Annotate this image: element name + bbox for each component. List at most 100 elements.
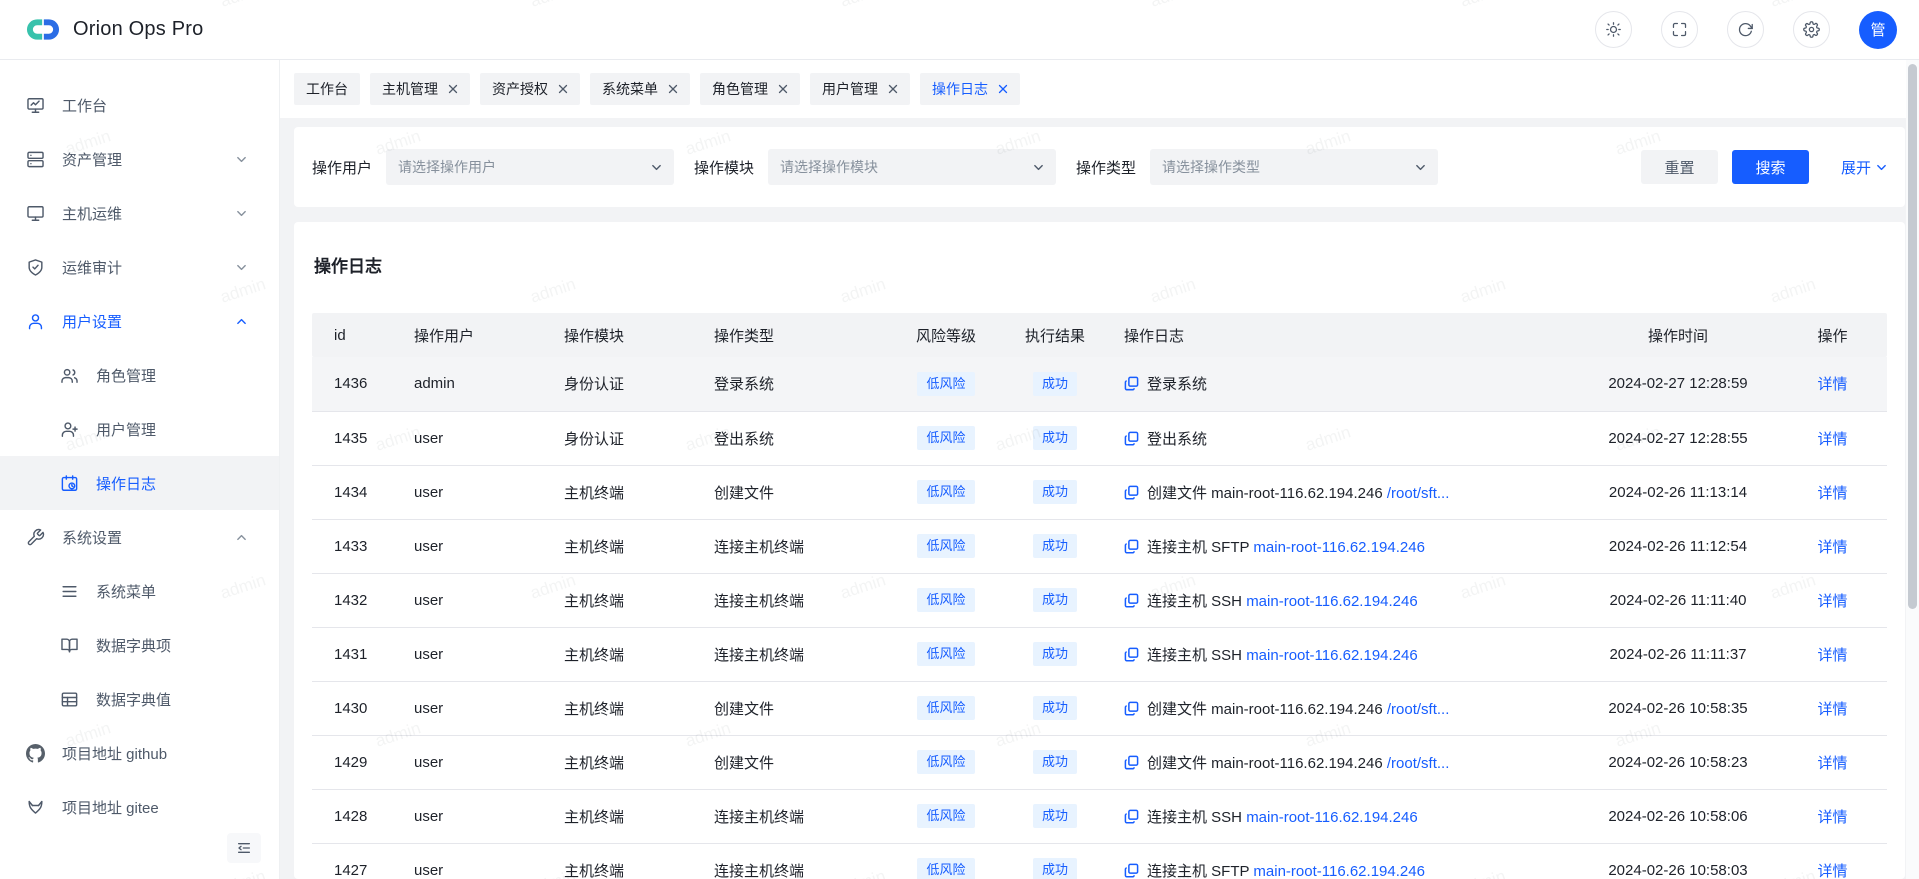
column-header: 操作	[1778, 313, 1887, 357]
log-link[interactable]: main-root-116.62.194.246	[1246, 647, 1418, 664]
sidebar-item[interactable]: 数据字典项	[0, 618, 279, 672]
tab[interactable]: 工作台	[294, 73, 360, 105]
sidebar-item[interactable]: 用户管理	[0, 402, 279, 456]
detail-link[interactable]: 详情	[1817, 755, 1847, 772]
tab[interactable]: 系统菜单	[590, 73, 690, 105]
filter-select[interactable]: 请选择操作用户	[386, 149, 674, 185]
cell-log: 连接主机 SSH main-root-116.62.194.246	[1108, 627, 1578, 681]
detail-link[interactable]: 详情	[1817, 863, 1847, 879]
scrollbar-thumb[interactable]	[1908, 64, 1917, 609]
close-icon[interactable]	[888, 84, 898, 94]
sidebar-item[interactable]: 工作台	[0, 78, 279, 132]
tab[interactable]: 主机管理	[370, 73, 470, 105]
sidebar-item[interactable]: 项目地址 gitee	[0, 780, 279, 834]
filter-field: 操作类型请选择操作类型	[1076, 149, 1438, 185]
cell-type: 登出系统	[698, 411, 890, 465]
copy-icon[interactable]	[1124, 431, 1139, 446]
sidebar-item[interactable]: 用户设置	[0, 294, 279, 348]
detail-link[interactable]: 详情	[1817, 701, 1847, 718]
risk-badge: 低风险	[917, 642, 974, 666]
search-button[interactable]: 搜索	[1732, 150, 1809, 184]
tab[interactable]: 资产授权	[480, 73, 580, 105]
detail-link[interactable]: 详情	[1817, 431, 1847, 448]
sidebar-item[interactable]: 主机运维	[0, 186, 279, 240]
sidebar-item[interactable]: 资产管理	[0, 132, 279, 186]
sidebar-item[interactable]: 项目地址 github	[0, 726, 279, 780]
copy-icon[interactable]	[1124, 755, 1139, 770]
detail-link[interactable]: 详情	[1817, 485, 1847, 502]
cell-module: 主机终端	[548, 681, 698, 735]
copy-icon[interactable]	[1124, 809, 1139, 824]
settings-button[interactable]	[1793, 11, 1830, 48]
close-icon[interactable]	[778, 84, 788, 94]
header-actions: 管	[1595, 11, 1897, 49]
cell-result: 成功	[1002, 681, 1108, 735]
close-icon[interactable]	[998, 84, 1008, 94]
log-text: 登出系统	[1147, 428, 1207, 449]
log-link[interactable]: /root/sft...	[1387, 485, 1450, 502]
reset-button[interactable]: 重置	[1641, 150, 1718, 184]
log-link[interactable]: /root/sft...	[1387, 755, 1450, 772]
detail-link[interactable]: 详情	[1817, 376, 1847, 393]
log-link[interactable]: main-root-116.62.194.246	[1246, 809, 1418, 826]
user-avatar[interactable]: 管	[1859, 11, 1897, 49]
operation-log-table: id操作用户操作模块操作类型风险等级执行结果操作日志操作时间操作 1436adm…	[312, 313, 1887, 879]
cell-time: 2024-02-26 11:13:14	[1578, 465, 1778, 519]
table-row: 1431user主机终端连接主机终端低风险成功连接主机 SSH main-roo…	[312, 627, 1887, 681]
result-badge: 成功	[1033, 480, 1077, 504]
sidebar-item[interactable]: 数据字典值	[0, 672, 279, 726]
filter-select[interactable]: 请选择操作模块	[768, 149, 1056, 185]
copy-icon[interactable]	[1124, 376, 1139, 391]
filter-select[interactable]: 请选择操作类型	[1150, 149, 1438, 185]
filter-actions: 重置 搜索 展开	[1641, 150, 1887, 184]
log-link[interactable]: main-root-116.62.194.246	[1246, 593, 1418, 610]
copy-icon[interactable]	[1124, 701, 1139, 716]
cell-user: user	[398, 681, 548, 735]
sidebar-item[interactable]: 角色管理	[0, 348, 279, 402]
tab[interactable]: 角色管理	[700, 73, 800, 105]
cell-user: admin	[398, 357, 548, 411]
close-icon[interactable]	[558, 84, 568, 94]
expand-toggle[interactable]: 展开	[1841, 157, 1887, 178]
detail-link[interactable]: 详情	[1817, 539, 1847, 556]
sidebar-item-label: 工作台	[62, 95, 107, 116]
theme-button[interactable]	[1595, 11, 1632, 48]
sidebar-item[interactable]: 操作日志	[0, 456, 279, 510]
sidebar-collapse-button[interactable]	[227, 833, 261, 863]
github-icon	[26, 744, 45, 763]
log-link[interactable]: /root/sft...	[1387, 701, 1450, 718]
cell-id: 1429	[312, 735, 398, 789]
cell-result: 成功	[1002, 573, 1108, 627]
chevron-down-icon	[1415, 162, 1426, 173]
sidebar-item-label: 角色管理	[96, 365, 156, 386]
cell-type: 连接主机终端	[698, 789, 890, 843]
tab[interactable]: 用户管理	[810, 73, 910, 105]
detail-link[interactable]: 详情	[1817, 809, 1847, 826]
detail-link[interactable]: 详情	[1817, 593, 1847, 610]
log-text: 连接主机 SSH main-root-116.62.194.246	[1147, 644, 1418, 665]
copy-icon[interactable]	[1124, 647, 1139, 662]
fullscreen-button[interactable]	[1661, 11, 1698, 48]
copy-icon[interactable]	[1124, 593, 1139, 608]
copy-icon[interactable]	[1124, 863, 1139, 878]
close-icon[interactable]	[448, 84, 458, 94]
sidebar-item[interactable]: 运维审计	[0, 240, 279, 294]
log-link[interactable]: main-root-116.62.194.246	[1253, 539, 1425, 556]
copy-icon[interactable]	[1124, 539, 1139, 554]
sidebar-item-label: 项目地址 gitee	[62, 797, 159, 818]
detail-link[interactable]: 详情	[1817, 647, 1847, 664]
refresh-button[interactable]	[1727, 11, 1764, 48]
sidebar-item-label: 运维审计	[62, 257, 122, 278]
sidebar-item-label: 主机运维	[62, 203, 122, 224]
tab[interactable]: 操作日志	[920, 73, 1020, 105]
close-icon[interactable]	[668, 84, 678, 94]
sidebar-item[interactable]: 系统菜单	[0, 564, 279, 618]
cell-action: 详情	[1778, 357, 1887, 411]
log-link[interactable]: main-root-116.62.194.246	[1253, 863, 1425, 879]
cell-user: user	[398, 465, 548, 519]
sidebar-item[interactable]: 系统设置	[0, 510, 279, 564]
risk-badge: 低风险	[917, 696, 974, 720]
cell-result: 成功	[1002, 789, 1108, 843]
copy-icon[interactable]	[1124, 485, 1139, 500]
log-icon	[60, 474, 79, 493]
